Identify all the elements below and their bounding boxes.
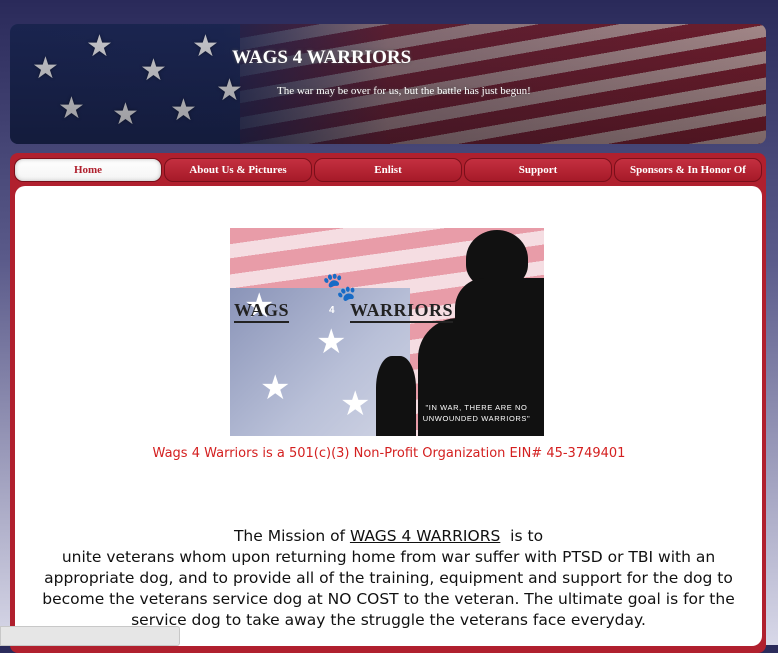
wags-4-warriors-logo: ★ ★ ★ ★ 🐾 4 WAGS WARRIORS "IN WAR, THERE…	[230, 228, 544, 436]
dog-silhouette	[376, 356, 416, 436]
paw-icon: 🐾	[322, 272, 357, 303]
mission-suffix: is to	[500, 527, 544, 545]
tab-enlist[interactable]: Enlist	[314, 158, 462, 182]
header-banner: ★ ★ ★ ★ ★ ★ ★ ★	[10, 24, 766, 144]
star-icon: ★	[316, 324, 347, 361]
mission-statement: The Mission of WAGS 4 WARRIORS is to uni…	[20, 526, 757, 631]
tab-about-us[interactable]: About Us & Pictures	[164, 158, 312, 182]
logo-right-word: WARRIORS	[350, 300, 454, 323]
nonprofit-notice: Wags 4 Warriors is a 501(c)(3) Non-Profi…	[152, 446, 626, 461]
tab-sponsors[interactable]: Sponsors & In Honor Of	[614, 158, 762, 182]
star-icon: ★	[340, 386, 371, 423]
tab-support[interactable]: Support	[464, 158, 612, 182]
mission-prefix: The Mission of	[233, 527, 350, 545]
star-icon: ★	[260, 370, 291, 407]
flag-shade	[10, 24, 766, 144]
logo-left-word: WAGS	[234, 300, 290, 323]
site-tagline: The war may be over for us, but the batt…	[277, 85, 531, 97]
horizontal-scrollbar[interactable]	[0, 626, 180, 646]
mission-body: unite veterans whom upon returning home …	[42, 548, 735, 629]
logo-number: 4	[329, 305, 335, 316]
site-title: WAGS 4 WARRIORS	[232, 47, 412, 68]
main-nav: Home About Us & Pictures Enlist Support …	[14, 158, 766, 182]
tab-home[interactable]: Home	[14, 158, 162, 182]
logo-quote: "IN WAR, THERE ARE NO UNWOUNDED WARRIORS…	[422, 403, 531, 423]
mission-org-name: WAGS 4 WARRIORS	[349, 527, 501, 545]
